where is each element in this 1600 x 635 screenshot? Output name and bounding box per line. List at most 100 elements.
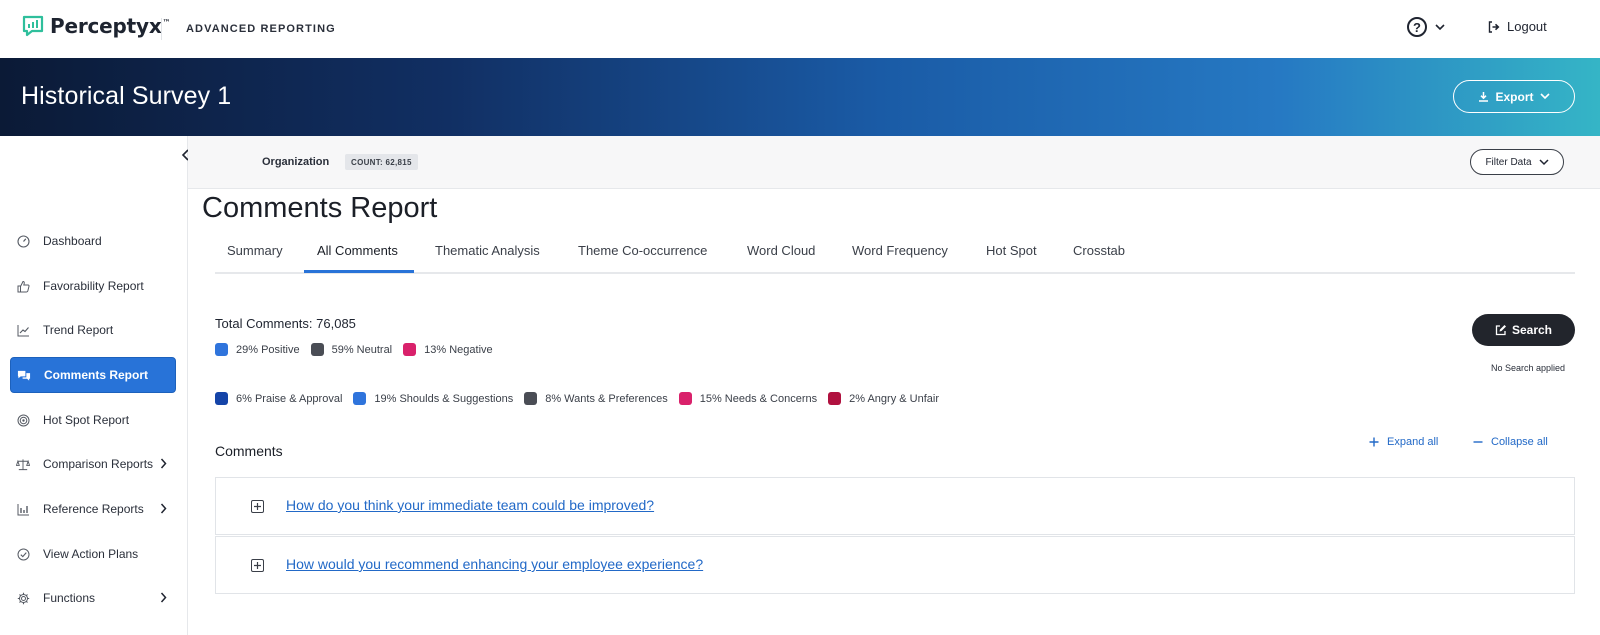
sidebar-item-comparison-reports[interactable]: Comparison Reports [10, 446, 176, 482]
tab-theme-co-occurrence[interactable]: Theme Co-occurrence [578, 243, 707, 258]
sidebar-item-reference-reports[interactable]: Reference Reports [10, 491, 176, 527]
legend-wants-preferences: 8% Wants & Preferences [524, 392, 668, 405]
export-label: Export [1495, 89, 1534, 104]
chevron-down-icon [1539, 93, 1550, 100]
sidebar-item-view-action-plans[interactable]: View Action Plans [10, 536, 176, 572]
legend-label: 29% Positive [236, 343, 300, 356]
organization-label: Organization [262, 156, 330, 168]
legend-swatch [524, 392, 538, 405]
collapse-all-label: Collapse all [1491, 436, 1548, 448]
legend-swatch [678, 392, 692, 405]
tab-word-frequency[interactable]: Word Frequency [852, 243, 948, 258]
legend-label: 15% Needs & Concerns [699, 392, 818, 405]
thumbs-up-icon [16, 279, 30, 293]
chevron-right-icon [160, 592, 167, 603]
tab-summary[interactable]: Summary [227, 243, 283, 258]
sidebar-item-functions[interactable]: Functions [10, 580, 176, 616]
logout-icon [1488, 20, 1500, 33]
tab-hot-spot[interactable]: Hot Spot [986, 243, 1037, 258]
filter-data-label: Filter Data [1485, 156, 1532, 168]
tab-all-comments[interactable]: All Comments [317, 243, 398, 258]
bar-chart-icon [16, 502, 30, 516]
sidebar-item-label: Comparison Reports [43, 457, 154, 471]
expand-plus-icon[interactable] [251, 559, 264, 572]
help-menu[interactable]: ? [1407, 17, 1445, 37]
legend-swatch [215, 343, 228, 356]
legend-positive: 29% Positive [215, 343, 300, 356]
expand-all-label: Expand all [1387, 436, 1439, 448]
trend-line-icon [16, 323, 30, 337]
legend-label: 8% Wants & Preferences [545, 392, 668, 405]
tab-word-cloud[interactable]: Word Cloud [747, 243, 815, 258]
logout-button[interactable]: Logout [1488, 19, 1547, 34]
app-name: ADVANCED REPORTING [186, 23, 336, 35]
legend-swatch [215, 392, 228, 405]
report-tabs: Summary All Comments Thematic Analysis T… [215, 232, 1575, 274]
survey-title: Historical Survey 1 [21, 82, 232, 110]
tab-thematic-analysis[interactable]: Thematic Analysis [435, 243, 540, 258]
minus-icon [1473, 441, 1483, 443]
export-button[interactable]: Export [1453, 80, 1575, 113]
legend-label: 6% Praise & Approval [236, 392, 343, 405]
logout-label: Logout [1507, 19, 1547, 34]
legend-negative: 13% Negative [403, 343, 493, 356]
legend-praise-approval: 6% Praise & Approval [215, 392, 342, 405]
legend-angry-unfair: 2% Angry & Unfair [828, 392, 939, 405]
question-link[interactable]: How do you think your immediate team cou… [286, 497, 654, 513]
plus-icon [1369, 437, 1379, 447]
sidebar-item-label: Comments Report [44, 368, 149, 382]
sidebar-item-comments-report[interactable]: Comments Report [10, 357, 176, 393]
brand-name: Perceptyx™ [50, 14, 171, 38]
sentiment-legend: 29% Positive 59% Neutral 13% Negative [215, 343, 504, 356]
search-label: Search [1511, 323, 1553, 337]
sidebar-item-label: Dashboard [43, 234, 102, 248]
chevron-down-icon [1539, 158, 1549, 165]
sidebar-item-hot-spot-report[interactable]: Hot Spot Report [10, 402, 176, 438]
legend-label: 2% Angry & Unfair [849, 392, 939, 405]
search-button[interactable]: Search [1472, 314, 1575, 346]
edit-icon [1495, 325, 1506, 336]
question-link[interactable]: How would you recommend enhancing your e… [286, 556, 703, 572]
filter-data-button[interactable]: Filter Data [1470, 149, 1564, 175]
target-icon [16, 413, 30, 427]
sidebar-item-dashboard[interactable]: Dashboard [10, 223, 176, 259]
collapse-all-button[interactable]: Collapse all [1473, 436, 1548, 448]
legend-swatch [353, 392, 367, 405]
legend-shoulds-suggestions: 19% Shoulds & Suggestions [353, 392, 513, 405]
question-row: How do you think your immediate team cou… [215, 477, 1575, 535]
legend-swatch [828, 392, 842, 405]
check-circle-icon [16, 547, 30, 561]
chevron-right-icon [160, 503, 167, 514]
gear-icon [16, 591, 30, 605]
active-tab-indicator [304, 270, 414, 273]
filter-bar: Organization COUNT: 62,815 Filter Data [188, 136, 1600, 189]
download-icon [1479, 92, 1489, 102]
sidebar-item-label: Functions [43, 591, 96, 605]
page-title: Comments Report [202, 192, 438, 224]
dashboard-gauge-icon [16, 234, 30, 248]
sidebar-item-label: Trend Report [43, 323, 114, 337]
help-icon: ? [1407, 17, 1427, 37]
sidebar-item-label: View Action Plans [43, 547, 139, 561]
expand-all-button[interactable]: Expand all [1369, 436, 1438, 448]
count-badge: COUNT: 62,815 [345, 154, 418, 170]
legend-swatch [403, 343, 417, 356]
search-status: No Search applied [1491, 363, 1566, 373]
sidebar-item-favorability-report[interactable]: Favorability Report [10, 268, 176, 304]
scale-icon [16, 457, 30, 471]
chevron-right-icon [160, 458, 167, 469]
legend-label: 19% Shoulds & Suggestions [374, 392, 514, 405]
tab-crosstab[interactable]: Crosstab [1073, 243, 1125, 258]
survey-banner: Historical Survey 1 Export [0, 58, 1600, 136]
brand-logo[interactable]: Perceptyx™ [21, 14, 171, 38]
sidebar-item-label: Favorability Report [43, 279, 144, 293]
header-divider [161, 18, 162, 40]
legend-neutral: 59% Neutral [310, 343, 392, 356]
sidebar-item-trend-report[interactable]: Trend Report [10, 312, 176, 348]
expand-plus-icon[interactable] [251, 500, 264, 513]
legend-needs-concerns: 15% Needs & Concerns [678, 392, 818, 405]
sidebar-item-label: Hot Spot Report [43, 413, 130, 427]
chevron-down-icon [1435, 23, 1445, 30]
category-legend: 6% Praise & Approval 19% Shoulds & Sugge… [215, 392, 950, 405]
question-row: How would you recommend enhancing your e… [215, 536, 1575, 594]
